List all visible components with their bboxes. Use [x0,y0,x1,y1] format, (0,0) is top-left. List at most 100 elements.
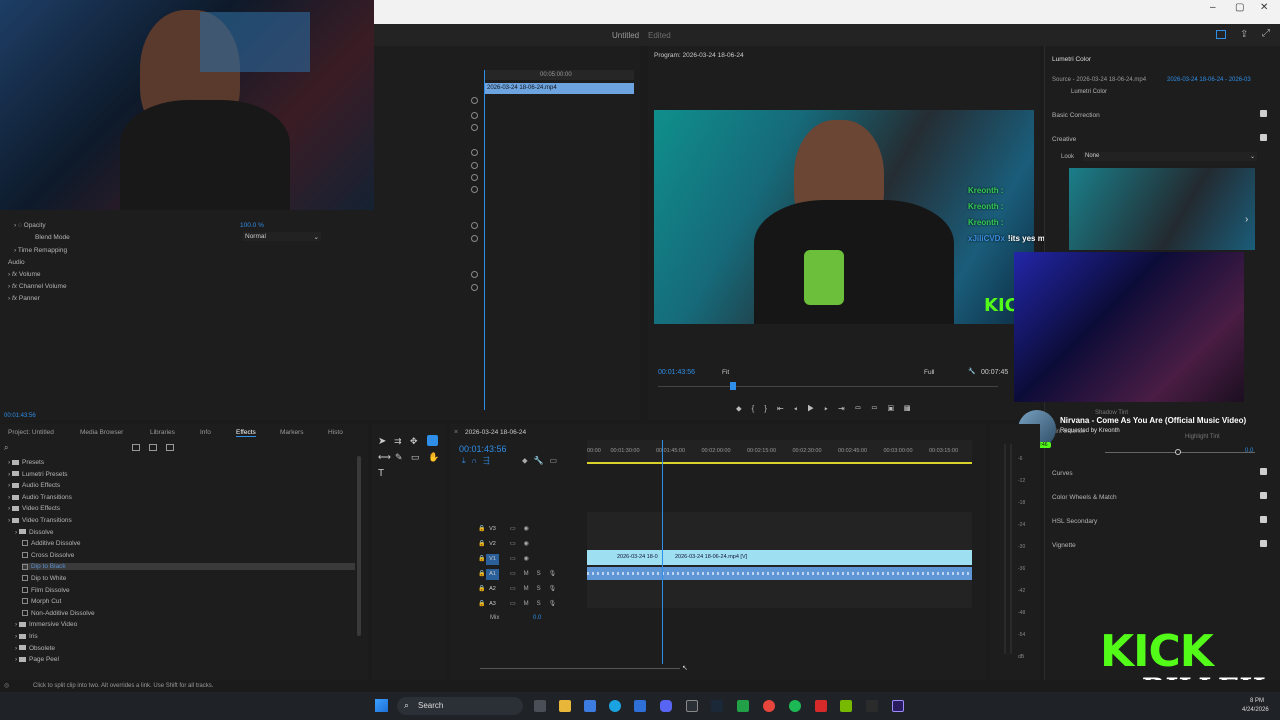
section-vignette[interactable]: Vignette [1052,542,1076,549]
program-title[interactable]: Program: 2026-03-24 18-06-24 [654,52,744,59]
32bit-effects-icon[interactable] [149,444,157,451]
tab-info[interactable]: Info [200,429,211,436]
tree-folder[interactable]: › Immersive Video [15,621,77,628]
reset-icon[interactable] [471,271,478,278]
maximize-icon[interactable]: ▢ [1235,2,1244,13]
razor-tool-icon[interactable] [427,435,438,446]
chrome-icon[interactable] [763,700,775,712]
program-timecode[interactable]: 00:01:43:56 [658,369,695,376]
track-lock-icon[interactable]: 🔒 [478,540,485,547]
fit-select[interactable]: Fit [722,369,729,376]
rectangle-tool-icon[interactable]: ▭ [411,452,420,463]
ripple-edit-icon[interactable]: ✥ [410,436,418,447]
timeline-timecode[interactable]: 00:01:43:56 [459,444,507,454]
reset-icon[interactable] [471,235,478,242]
tree-folder[interactable]: › Audio Effects [8,482,60,489]
color-wheels-checkbox[interactable] [1260,492,1267,499]
program-playhead[interactable] [730,382,736,390]
track-lock-icon[interactable]: 🔒 [478,570,485,577]
start-icon[interactable] [375,699,388,712]
discord-icon[interactable] [660,700,672,712]
track-visibility-icon[interactable]: ▭◉ [510,525,537,532]
store-icon[interactable] [584,700,596,712]
close-sequence-icon[interactable]: × [454,429,458,436]
reset-icon[interactable] [471,149,478,156]
look-select[interactable]: None ⌄ [1083,152,1257,161]
workspace-icon[interactable] [1216,30,1226,39]
track-select-icon[interactable]: ⇉ [394,436,402,447]
accelerated-effects-icon[interactable] [132,444,140,451]
steam-icon[interactable] [711,700,723,712]
timeline-tools[interactable]: ⬥🔧▭ [522,456,563,466]
tree-effect[interactable]: Film Dissolve [22,587,70,594]
timeline-options[interactable]: ⤓∩⇶ [462,456,496,466]
track-lock-icon[interactable]: 🔒 [478,525,485,532]
track-header[interactable]: V3 ▭◉ 🔒 [478,524,584,536]
section-curves[interactable]: Curves [1052,470,1073,477]
track-label[interactable]: V3 [486,524,499,535]
track-visibility-icon[interactable]: ▭◉ [510,555,537,562]
close-icon[interactable]: ✕ [1260,2,1268,13]
opacity-value[interactable]: 100.0 % [240,222,264,229]
tree-folder[interactable]: › Iris [15,633,38,640]
tab-project-untitled[interactable]: Project: Untitled [8,429,54,436]
tree-effect[interactable]: Dip to White [22,575,66,582]
track-header[interactable]: V2 ▭◉ 🔒 [478,539,584,551]
track-label[interactable]: A1 [486,569,499,580]
reset-icon[interactable] [471,174,478,181]
mini-playhead[interactable] [484,70,485,410]
creative-checkbox[interactable] [1260,134,1267,141]
reset-icon[interactable] [471,162,478,169]
panner-row[interactable]: › fx Panner [8,295,40,302]
go-to-out-icon[interactable]: ⇥ [838,404,855,413]
track-mute-solo-icons[interactable]: ▭MS🎙 [510,600,564,607]
track-label[interactable]: A2 [486,584,499,595]
tree-folder[interactable]: › Page Peel [15,656,59,663]
reset-icon[interactable] [471,222,478,229]
file-explorer-icon[interactable] [559,700,571,712]
tree-effect[interactable]: Dip to Black [22,563,355,571]
mix-value[interactable]: 0.0 [533,615,541,621]
audio-clip-a1[interactable] [587,567,972,580]
tab-media-browser[interactable]: Media Browser [80,429,123,436]
reset-icon[interactable] [471,124,478,131]
play-icon[interactable]: ▶ [807,404,824,413]
slip-tool-icon[interactable]: ⟷ [378,452,391,463]
premiere-icon[interactable] [892,700,904,712]
step-back-icon[interactable]: ◂ [794,404,808,413]
wrench-icon[interactable]: 🔧 [968,368,975,375]
lift-icon[interactable]: ▭ [855,404,871,413]
mark-out-icon[interactable]: } [764,404,777,413]
track-header[interactable]: A1 ▭MS🎙 🔒 [478,569,584,581]
track-label[interactable]: A3 [486,599,499,610]
step-forward-icon[interactable]: ▸ [824,404,838,413]
spotify-icon[interactable] [789,700,801,712]
project-scrollbar[interactable] [357,456,361,636]
tree-folder[interactable]: › Video Transitions [8,517,72,524]
xbox-icon[interactable] [737,700,749,712]
track-label[interactable]: V2 [486,539,499,550]
lumetri-source[interactable]: Source - 2026-03-24 18-06-24.mp4 [1052,77,1146,83]
settings-icon[interactable]: ▦ [904,404,920,413]
taskbar-search[interactable]: ⌕ Search [397,697,523,715]
lumetri-preset[interactable]: Lumetri Color [1071,89,1107,95]
look-next-icon[interactable]: › [1245,214,1248,225]
tree-effect[interactable]: Non-Additive Dissolve [22,610,95,617]
reset-icon[interactable] [471,284,478,291]
sequence-tab[interactable]: 2026-03-24 18-06-24 [465,429,526,436]
tab-libraries[interactable]: Libraries [150,429,175,436]
lumetri-source-clip[interactable]: 2026-03-24 18-06-24 - 2026-03 [1167,77,1251,83]
track-header[interactable]: V1 ▭◉ 🔒 [478,554,584,566]
timeline-playhead[interactable] [662,440,663,664]
add-marker-icon[interactable]: ⬥ [736,404,752,413]
extract-icon[interactable]: ▭ [871,404,887,413]
nvidia-icon[interactable] [840,700,852,712]
track-lock-icon[interactable]: 🔒 [478,555,485,562]
mark-in-icon[interactable]: { [752,404,765,413]
track-visibility-icon[interactable]: ▭◉ [510,540,537,547]
channel-volume-row[interactable]: › fx Channel Volume [8,283,67,290]
fullscreen-icon[interactable]: ⤢ [1262,28,1270,39]
track-label[interactable]: V1 [486,554,499,565]
basic-correction-checkbox[interactable] [1260,110,1267,117]
tree-effect[interactable]: Additive Dissolve [22,540,81,547]
